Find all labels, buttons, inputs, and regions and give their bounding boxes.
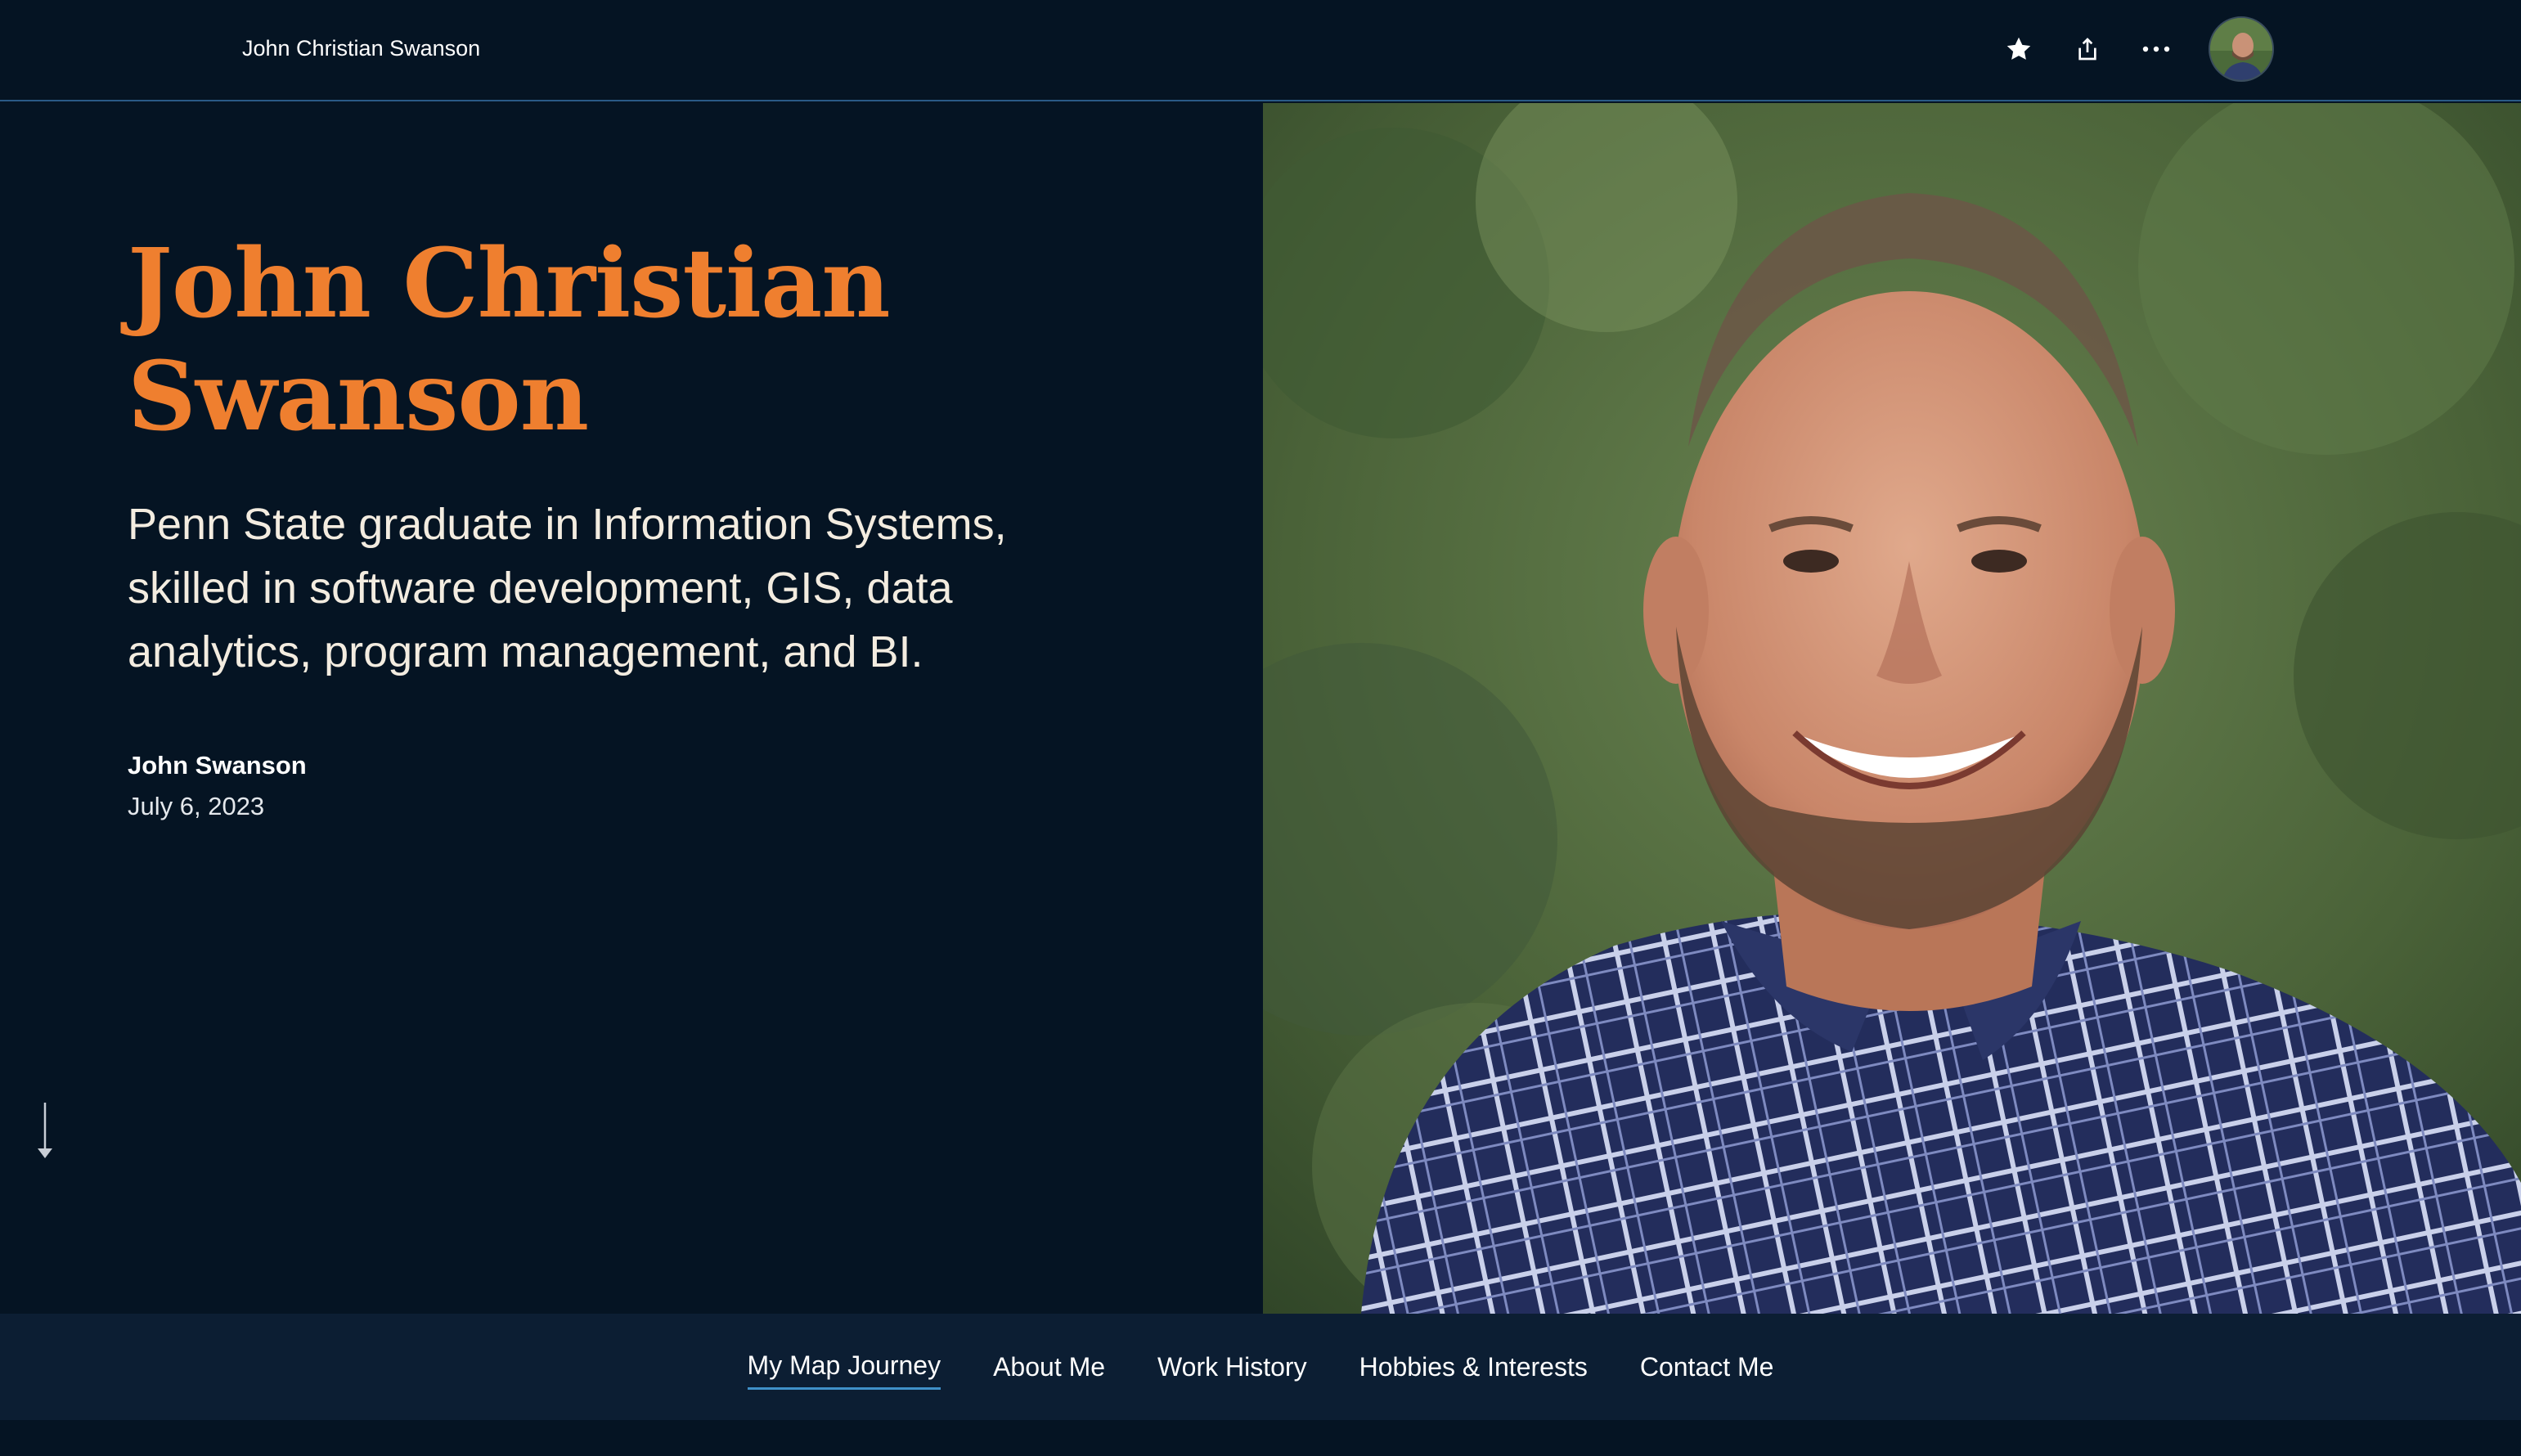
star-icon[interactable]	[2002, 33, 2035, 65]
nav-item-my-map-journey[interactable]: My Map Journey	[747, 1344, 941, 1390]
nav-item-contact-me[interactable]: Contact Me	[1640, 1346, 1774, 1389]
section-navigation: My Map Journey About Me Work History Hob…	[0, 1314, 2521, 1420]
header-actions	[2002, 16, 2274, 82]
footer-strip	[0, 1420, 2521, 1456]
byline-author: John Swanson	[128, 751, 307, 780]
top-header: John Christian Swanson	[0, 0, 2521, 101]
user-avatar[interactable]	[2209, 16, 2274, 82]
nav-item-about-me[interactable]: About Me	[993, 1346, 1105, 1389]
share-icon[interactable]	[2071, 33, 2104, 65]
story-title-line2: Swanson	[128, 341, 589, 452]
hero-portrait-image	[1263, 103, 2521, 1314]
scroll-down-arrow-icon[interactable]	[33, 1103, 57, 1160]
story-title-line1: John Christian	[128, 228, 891, 339]
nav-item-work-history[interactable]: Work History	[1157, 1346, 1307, 1389]
story-subtitle: Penn State graduate in Information Syste…	[128, 500, 1007, 676]
site-title[interactable]: John Christian Swanson	[242, 36, 480, 61]
story-title: John Christian Swanson	[128, 227, 1191, 453]
nav-item-hobbies-interests[interactable]: Hobbies & Interests	[1359, 1346, 1588, 1389]
more-options-icon[interactable]	[2140, 33, 2173, 65]
byline-date: July 6, 2023	[128, 792, 265, 820]
